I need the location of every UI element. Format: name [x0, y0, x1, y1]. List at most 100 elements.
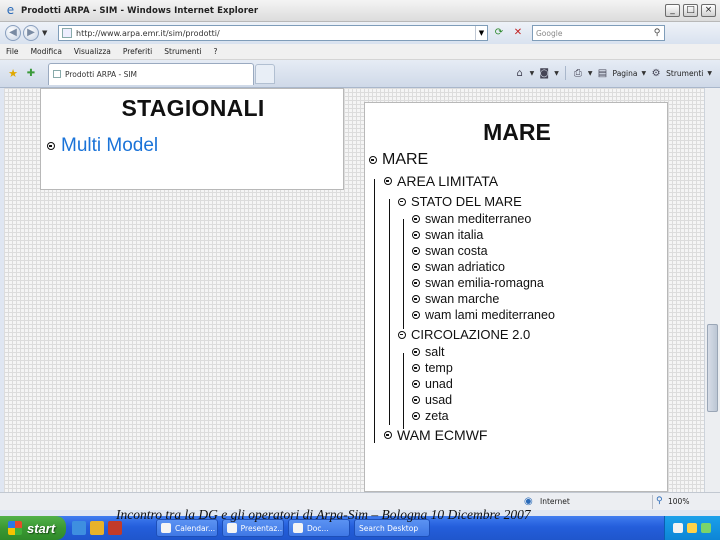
- tree-label[interactable]: swan adriatico: [425, 260, 505, 274]
- page-menu-label[interactable]: Pagina: [613, 69, 638, 78]
- leaf-bullet-icon: [412, 263, 420, 271]
- tray-volume-icon[interactable]: [687, 523, 697, 533]
- multi-model-item[interactable]: Multi Model: [47, 135, 158, 157]
- tools-menu-dropdown[interactable]: ▼: [707, 70, 712, 77]
- print-icon[interactable]: ⎙: [572, 68, 584, 79]
- expand-toggle-icon[interactable]: [384, 177, 392, 185]
- print-dropdown[interactable]: ▼: [588, 70, 593, 77]
- search-icon[interactable]: ⚲: [650, 28, 664, 38]
- menu-preferiti[interactable]: Preferiti: [123, 47, 152, 56]
- window-controls: _ □ ×: [665, 4, 716, 17]
- forward-button[interactable]: ▶: [23, 25, 39, 41]
- search-input[interactable]: Google ⚲: [532, 25, 665, 41]
- tree-label[interactable]: MARE: [382, 151, 428, 169]
- status-separator: [652, 495, 653, 509]
- tree-node-wam-ecmwf[interactable]: WAM ECMWF: [384, 427, 487, 443]
- address-bar: ◀ ▶ ▼ http://www.arpa.emr.it/sim/prodott…: [0, 22, 720, 44]
- tree-label[interactable]: STATO DEL MARE: [411, 194, 522, 209]
- add-favorites-icon[interactable]: ✚: [24, 68, 38, 79]
- multi-model-link[interactable]: Multi Model: [61, 135, 158, 157]
- expand-toggle-icon[interactable]: [398, 197, 406, 206]
- tree-label[interactable]: CIRCOLAZIONE 2.0: [411, 327, 530, 342]
- close-button[interactable]: ×: [701, 4, 716, 17]
- leaf-bullet-icon: [412, 348, 420, 356]
- tree-leaf[interactable]: swan adriatico: [412, 260, 505, 274]
- tree-leaf[interactable]: swan marche: [412, 292, 499, 306]
- menu-visualizza[interactable]: Visualizza: [74, 47, 111, 56]
- scrollbar-thumb[interactable]: [707, 324, 718, 412]
- maximize-button[interactable]: □: [683, 4, 698, 17]
- tray-network-icon[interactable]: [673, 523, 683, 533]
- feeds-dropdown[interactable]: ▼: [554, 70, 559, 77]
- history-dropdown[interactable]: ▼: [42, 29, 48, 37]
- tree-node-stato-del-mare[interactable]: STATO DEL MARE: [398, 194, 522, 209]
- internet-explorer-icon: e: [6, 3, 15, 17]
- tree-label[interactable]: temp: [425, 361, 453, 375]
- tools-menu-label[interactable]: Strumenti: [666, 69, 703, 78]
- tree-label[interactable]: zeta: [425, 409, 449, 423]
- stagionali-title: STAGIONALI: [121, 95, 265, 121]
- tree-node-mare[interactable]: MARE: [369, 151, 428, 169]
- tree-label[interactable]: salt: [425, 345, 444, 359]
- tree-leaf[interactable]: temp: [412, 361, 453, 375]
- tree-label[interactable]: swan marche: [425, 292, 499, 306]
- zoom-icon[interactable]: ⚲: [656, 496, 663, 506]
- leaf-bullet-icon[interactable]: [384, 431, 392, 439]
- tree-label[interactable]: unad: [425, 377, 453, 391]
- tree-label[interactable]: swan emilia-romagna: [425, 276, 544, 290]
- home-dropdown[interactable]: ▼: [530, 70, 535, 77]
- url-dropdown[interactable]: ▼: [475, 26, 487, 40]
- tree-leaf[interactable]: swan emilia-romagna: [412, 276, 544, 290]
- quick-launch-folder-icon[interactable]: [90, 521, 104, 535]
- tree-label[interactable]: AREA LIMITATA: [397, 173, 498, 189]
- tree-leaf[interactable]: wam lami mediterraneo: [412, 308, 555, 322]
- refresh-button[interactable]: ⟳: [491, 25, 507, 41]
- tree-leaf[interactable]: swan italia: [412, 228, 483, 242]
- tree-label[interactable]: wam lami mediterraneo: [425, 308, 555, 322]
- page-menu-dropdown[interactable]: ▼: [642, 70, 647, 77]
- tray-security-icon[interactable]: [701, 523, 711, 533]
- tree-leaf[interactable]: usad: [412, 393, 452, 407]
- tree-leaf[interactable]: salt: [412, 345, 444, 359]
- page-menu-icon[interactable]: ▤: [597, 68, 609, 79]
- tree-node-circolazione[interactable]: CIRCOLAZIONE 2.0: [398, 327, 530, 342]
- tree-leaf[interactable]: swan costa: [412, 244, 488, 258]
- start-label: start: [27, 520, 56, 536]
- stop-button[interactable]: ✕: [510, 25, 526, 41]
- back-button[interactable]: ◀: [5, 25, 21, 41]
- page-content: STAGIONALI Multi Model MARE MARE AREA LI…: [4, 88, 704, 492]
- windows-logo-icon: [8, 521, 22, 535]
- quick-launch-app-icon[interactable]: [108, 521, 122, 535]
- tab-prodotti-arpa[interactable]: Prodotti ARPA - SIM: [48, 62, 254, 85]
- start-button[interactable]: start: [0, 516, 66, 540]
- url-field[interactable]: http://www.arpa.emr.it/sim/prodotti/ ▼: [58, 25, 488, 41]
- tree-label[interactable]: swan italia: [425, 228, 483, 242]
- menu-modifica[interactable]: Modifica: [31, 47, 62, 56]
- vertical-scrollbar[interactable]: [704, 88, 720, 492]
- new-tab-button[interactable]: [255, 63, 275, 84]
- zoom-level[interactable]: 100%: [668, 497, 689, 506]
- tree-leaf[interactable]: unad: [412, 377, 453, 391]
- tree-label[interactable]: WAM ECMWF: [397, 427, 487, 443]
- url-text: http://www.arpa.emr.it/sim/prodotti/: [76, 28, 220, 38]
- slide-caption: Incontro tra la DG e gli operatori di Ar…: [116, 507, 531, 522]
- tools-gear-icon[interactable]: ⚙: [650, 68, 662, 79]
- home-icon[interactable]: ⌂: [514, 68, 526, 79]
- tree-leaf[interactable]: swan mediterraneo: [412, 212, 531, 226]
- tree-label[interactable]: swan costa: [425, 244, 488, 258]
- menu-strumenti[interactable]: Strumenti: [164, 47, 201, 56]
- collapse-bullet-icon[interactable]: [47, 142, 55, 150]
- expand-toggle-icon[interactable]: [369, 156, 377, 164]
- expand-toggle-icon[interactable]: [398, 330, 406, 339]
- menu-file[interactable]: File: [6, 47, 19, 56]
- menu-help[interactable]: ?: [214, 47, 218, 56]
- tree-label[interactable]: swan mediterraneo: [425, 212, 531, 226]
- quick-launch-ie-icon[interactable]: [72, 521, 86, 535]
- tree-leaf[interactable]: zeta: [412, 409, 449, 423]
- favorites-star-icon[interactable]: ★: [6, 67, 20, 80]
- minimize-button[interactable]: _: [665, 4, 680, 17]
- feeds-icon[interactable]: ◙: [538, 68, 550, 79]
- tree-label[interactable]: usad: [425, 393, 452, 407]
- leaf-bullet-icon: [412, 295, 420, 303]
- tree-node-area-limitata[interactable]: AREA LIMITATA: [384, 173, 498, 189]
